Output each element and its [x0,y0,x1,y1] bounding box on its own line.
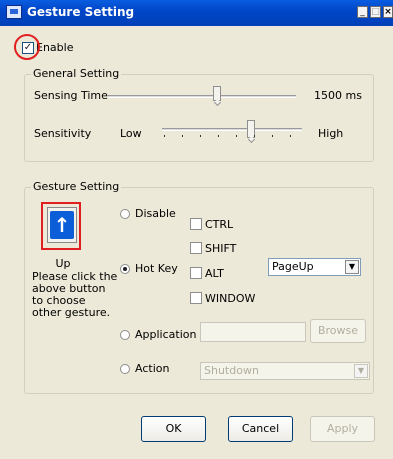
slider-tick [236,135,237,137]
slider-tick [218,135,219,137]
action-select-value: Shutdown [204,364,259,377]
slider-tick [272,135,273,137]
chevron-down-icon: ▼ [354,364,368,378]
close-button[interactable]: × [383,6,393,18]
ctrl-checkbox[interactable] [190,218,202,230]
hotkey-select-value: PageUp [272,260,314,273]
ok-button[interactable]: OK [141,416,206,442]
gesture-setting-window: Gesture Setting _ □ × ✓ Enable General S… [0,0,393,459]
app-icon [6,5,22,19]
slider-tick [290,135,291,137]
browse-button[interactable]: Browse [310,319,366,343]
sensing-time-label: Sensing Time [34,89,108,102]
gesture-hint-text: Please click the above button to choose … [32,270,118,319]
maximize-button[interactable]: □ [370,6,381,18]
slider-tick [182,135,183,137]
radio-hot-key[interactable] [120,264,130,274]
shift-checkbox[interactable] [190,242,202,254]
application-path-input[interactable] [200,322,306,342]
window-label: WINDOW [205,292,256,305]
radio-application-label: Application [135,328,197,341]
radio-action-label: Action [135,362,170,375]
radio-disable-label: Disable [135,207,176,220]
sensitivity-label: Sensitivity [34,127,92,140]
alt-label: ALT [205,267,224,280]
enable-label: Enable [36,41,74,54]
sensing-time-slider[interactable] [108,95,296,98]
slider-tick [164,135,165,137]
sensing-time-value: 1500 ms [314,89,362,102]
highlight-circle [14,34,40,60]
hotkey-select[interactable]: PageUp ▼ [268,258,361,276]
chevron-down-icon: ▼ [345,260,359,274]
ctrl-label: CTRL [205,218,234,231]
sensitivity-high-label: High [318,127,344,140]
up-arrow-icon: ↑ [50,211,74,239]
slider-tick [200,135,201,137]
sensitivity-slider[interactable] [162,128,302,131]
gesture-direction-label: Up [55,257,71,270]
radio-hot-key-label: Hot Key [135,262,178,275]
apply-button[interactable]: Apply [310,416,375,442]
alt-checkbox[interactable] [190,267,202,279]
general-setting-label: General Setting [31,67,122,80]
gesture-setting-label: Gesture Setting [31,180,122,193]
window-checkbox[interactable] [190,292,202,304]
radio-application[interactable] [120,330,130,340]
general-setting-group [24,74,374,162]
shift-label: SHIFT [205,242,237,255]
sensing-time-thumb[interactable] [213,86,221,101]
action-select[interactable]: Shutdown ▼ [200,362,370,380]
radio-disable[interactable] [120,209,130,219]
sensitivity-low-label: Low [120,127,142,140]
cancel-button[interactable]: Cancel [228,416,293,442]
minimize-button[interactable]: _ [357,6,368,18]
slider-tick [254,135,255,137]
gesture-direction-button[interactable]: ↑ [47,207,77,243]
title-bar[interactable]: Gesture Setting _ □ × [0,0,393,26]
radio-action[interactable] [120,364,130,374]
window-title: Gesture Setting [27,5,135,19]
